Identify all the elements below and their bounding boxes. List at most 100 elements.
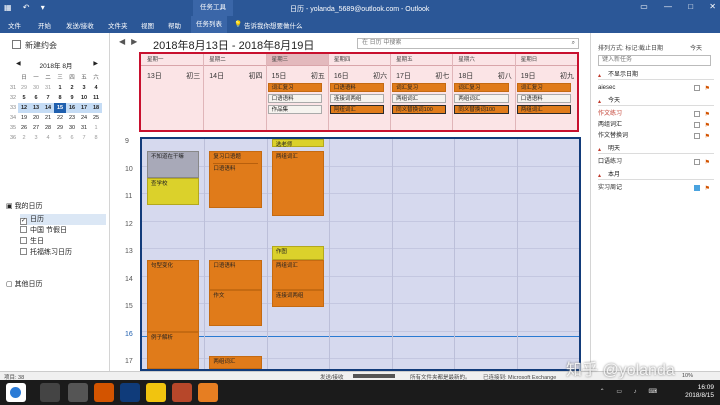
mini-calendar-day[interactable]: 3 — [78, 83, 90, 93]
taskbar-clock[interactable]: 16:09 2018/8/15 — [685, 384, 714, 400]
calendar-item-birthdays[interactable]: 生日 — [20, 236, 106, 247]
mini-calendar-day[interactable]: 23 — [66, 113, 78, 123]
mini-calendar-day[interactable]: 21 — [42, 113, 54, 123]
other-calendars-header[interactable]: ▢ 其他日历 — [6, 279, 43, 289]
mini-calendar-day[interactable]: 26 — [18, 123, 30, 133]
maximize-icon[interactable]: □ — [688, 2, 693, 11]
flag-icon[interactable]: ⚑ — [705, 84, 710, 94]
mini-calendar-day[interactable]: 1 — [54, 83, 66, 93]
collapse-icon[interactable]: ▴ — [598, 97, 601, 107]
mini-calendar-day[interactable]: 29 — [18, 83, 30, 93]
day-column-header[interactable]: 星期一 13日 初三 — [141, 54, 204, 130]
close-icon[interactable]: ✕ — [709, 2, 716, 11]
calendar-search-input[interactable]: 在 日历 中搜索 ⌕ — [357, 38, 579, 49]
flag-icon[interactable]: ⚑ — [705, 132, 710, 142]
flag-icon[interactable]: ⚑ — [705, 110, 710, 120]
mini-calendar-day[interactable]: 6 — [30, 93, 42, 103]
flag-icon[interactable]: ⚑ — [705, 184, 710, 194]
search-icon[interactable]: ⌕ — [572, 39, 575, 48]
mini-calendar-day[interactable]: 5 — [54, 133, 66, 143]
powerpoint-icon[interactable] — [172, 383, 192, 402]
calendar-event[interactable]: 查学校 — [147, 177, 200, 205]
mini-calendar-day[interactable]: 10 — [78, 93, 90, 103]
tab-task-list[interactable]: 任务列表 — [191, 16, 227, 33]
all-day-event[interactable]: 词汇复习 — [516, 83, 571, 92]
all-day-event[interactable]: 两组词汇 — [454, 94, 509, 103]
mini-calendar-day[interactable]: 8 — [54, 93, 66, 103]
all-day-event[interactable]: 作品集 — [267, 105, 322, 114]
collapse-icon[interactable]: ▴ — [598, 145, 601, 155]
complete-checkbox[interactable] — [694, 85, 700, 91]
mini-calendar-day[interactable]: 12 — [18, 103, 30, 113]
ribbon-display-icon[interactable]: ▭ — [640, 2, 648, 11]
calendar-item-default[interactable]: ✓ 日历 — [20, 214, 106, 225]
new-appointment-button[interactable]: 新建约会 — [12, 40, 57, 51]
sort-by-label[interactable]: 排列方式: 标记:截止日期 — [598, 43, 663, 52]
flag-icon[interactable]: ⚑ — [705, 121, 710, 131]
tab-home[interactable]: 开始 — [38, 20, 51, 30]
mini-calendar-day[interactable]: 7 — [42, 93, 54, 103]
mini-calendar-day[interactable]: 19 — [18, 113, 30, 123]
save-icon[interactable]: ▦ — [4, 3, 12, 12]
system-tray[interactable]: ⌃ ▭ ♪ ⌨ — [600, 388, 662, 395]
outlook-taskbar-icon[interactable] — [120, 383, 140, 402]
complete-checkbox[interactable] — [694, 159, 700, 165]
undo-icon[interactable]: ↶ — [23, 3, 30, 12]
mini-calendar-day[interactable]: 2 — [66, 83, 78, 93]
collapse-icon[interactable]: ▴ — [598, 71, 601, 81]
prev-month-icon[interactable]: ◀ — [16, 60, 21, 67]
all-day-event[interactable]: 口语语料 — [267, 94, 322, 103]
task-group-header[interactable]: ▴ 今天 — [598, 96, 714, 106]
calendar-event[interactable]: 两组词汇 — [271, 151, 325, 216]
mini-calendar-day[interactable]: 4 — [90, 83, 102, 93]
tab-file[interactable]: 文件 — [8, 20, 21, 30]
mini-calendar-day[interactable]: 31 — [78, 123, 90, 133]
mini-calendar-day[interactable]: 7 — [78, 133, 90, 143]
task-group-header[interactable]: ▴ 不显示日期 — [598, 70, 714, 80]
mini-calendar-day[interactable]: 4 — [42, 133, 54, 143]
day-column-header[interactable]: 星期五 17日 初七 词汇复习 两组词汇 同义替换词100 — [390, 54, 453, 130]
all-day-event[interactable]: 口语语料 — [329, 83, 385, 92]
all-day-event[interactable]: 口语语料 — [516, 94, 571, 103]
task-item[interactable]: 口语练习 ⚑ — [598, 157, 714, 167]
tab-help[interactable]: 帮助 — [168, 20, 181, 30]
category-icon[interactable] — [694, 185, 700, 191]
complete-checkbox[interactable] — [694, 133, 700, 139]
task-item[interactable]: 作文替换词 ⚑ — [598, 131, 714, 141]
mini-calendar-day[interactable]: 3 — [30, 133, 42, 143]
all-day-event[interactable]: 同义替换词100 — [392, 105, 447, 114]
mini-calendar-day[interactable]: 16 — [66, 103, 78, 113]
day-column-header[interactable]: 星期日 19日 初九 词汇复习 口语语料 两组词汇 — [514, 54, 577, 130]
mini-calendar-day[interactable]: 11 — [90, 93, 102, 103]
all-day-event[interactable]: 同义替换词100 — [454, 105, 509, 114]
mini-calendar-day[interactable]: 22 — [54, 113, 66, 123]
all-day-event[interactable]: 阿纽词汇 — [329, 105, 385, 114]
calendar-event[interactable]: 复习口语题 口语语料 — [209, 151, 262, 208]
task-item[interactable]: 作文练习 ⚑ — [598, 109, 714, 119]
mini-calendar-day[interactable]: 8 — [90, 133, 102, 143]
mini-calendar-day[interactable]: 1 — [90, 123, 102, 133]
all-day-event[interactable]: 词汇复习 — [454, 83, 509, 92]
calendar-event[interactable]: 不知道在干嘛 — [147, 151, 200, 178]
minimize-icon[interactable]: — — [664, 2, 672, 11]
calendar-event[interactable]: 作图 — [271, 246, 325, 260]
tab-send-receive[interactable]: 发送/接收 — [66, 20, 94, 30]
mini-calendar-day[interactable]: 31 — [42, 83, 54, 93]
tell-me-box[interactable]: 告诉我你想要做什么 — [244, 20, 303, 30]
mini-calendar-day[interactable]: 25 — [90, 113, 102, 123]
tab-view[interactable]: 视图 — [141, 20, 154, 30]
complete-checkbox[interactable] — [694, 111, 700, 117]
calendar-event[interactable]: 选老师 — [271, 139, 325, 148]
mini-calendar-day[interactable]: 5 — [18, 93, 30, 103]
time-grid[interactable]: 选老师 不知道在干嘛 查学校 复习口语题 口语语料 两组词汇 作图 两组词汇 连接词两组 句型变化… — [140, 137, 581, 371]
calendar-event[interactable]: 作文 — [209, 290, 262, 326]
calendar-event[interactable]: 口语语料 — [209, 260, 262, 291]
mini-calendar-day[interactable]: 13 — [30, 103, 42, 113]
task-item[interactable]: 实习周记 ⚑ — [598, 183, 714, 193]
customize-icon[interactable]: ▾ — [41, 3, 45, 12]
task-item[interactable]: aiesec ⚑ — [598, 83, 714, 93]
calendar-event[interactable]: 连接词两组 — [271, 290, 325, 307]
calendar-event[interactable]: 例子解析 — [147, 331, 200, 369]
task-group-header[interactable]: ▴ 本月 — [598, 170, 714, 180]
mini-calendar-day[interactable]: 17 — [78, 103, 90, 113]
